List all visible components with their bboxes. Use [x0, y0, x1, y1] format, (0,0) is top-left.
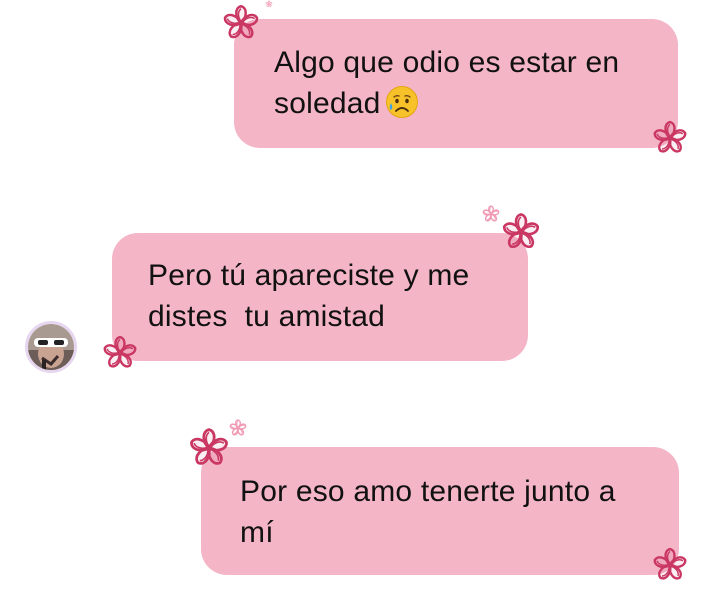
sad-but-relieved-face-emoji — [385, 85, 419, 119]
flower-icon — [218, 2, 264, 44]
sparkle-flower-icon — [264, 0, 274, 8]
sparkle-flower-icon — [227, 418, 249, 438]
message-bubble-incoming[interactable]: Pero tú apareciste y me distes tu amista… — [112, 233, 528, 361]
avatar[interactable] — [25, 321, 77, 373]
flower-icon — [498, 210, 544, 254]
message-text: Algo que odio es estar en soledad — [274, 46, 620, 120]
flower-icon — [648, 118, 692, 158]
message-text: Pero tú apareciste y me distes tu amista… — [148, 259, 478, 333]
flower-icon — [185, 425, 233, 471]
sparkle-flower-icon — [480, 204, 502, 224]
message-bubble-outgoing[interactable]: Algo que odio es estar en soledad — [234, 19, 678, 148]
flower-icon — [99, 333, 141, 373]
flower-icon — [648, 545, 692, 585]
message-bubble-outgoing[interactable]: Por eso amo tenerte junto a mí — [201, 447, 679, 575]
message-text: Por eso amo tenerte junto a mí — [240, 475, 616, 549]
